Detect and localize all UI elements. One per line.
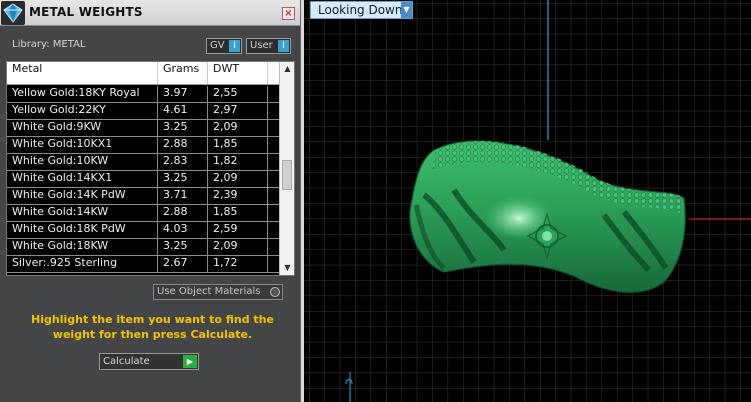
grams-cell: 2.67: [158, 256, 208, 272]
table-scrollbar[interactable]: ▲ ▼: [279, 62, 294, 275]
gem-logo-icon: [1, 1, 25, 25]
table-row[interactable]: White Gold:10KX1 2.88 1,85: [7, 137, 279, 154]
metal-cell: Yellow Gold:22KY: [7, 103, 158, 119]
gv-toggle-icon: I: [229, 40, 240, 52]
grams-cell: 3.25: [158, 171, 208, 187]
calculate-label: Calculate: [103, 356, 150, 367]
chevron-down-icon: ▼: [401, 2, 412, 18]
table-body: Yellow Gold:18KY Royal 3.97 2,55 Yellow …: [7, 86, 279, 273]
scroll-down-icon[interactable]: ▼: [280, 261, 294, 275]
grams-cell: 3.25: [158, 120, 208, 136]
panel-titlebar: METAL WEIGHTS ×: [0, 0, 300, 26]
grams-cell: 2.88: [158, 137, 208, 153]
panel-title: METAL WEIGHTS: [29, 5, 143, 19]
column-header-grams[interactable]: Grams: [158, 62, 208, 84]
table-row[interactable]: Yellow Gold:18KY Royal 3.97 2,55: [7, 86, 279, 103]
column-header-metal[interactable]: Metal: [7, 62, 158, 84]
scroll-up-icon[interactable]: ▲: [280, 62, 294, 76]
table-row[interactable]: White Gold:9KW 3.25 2,09: [7, 120, 279, 137]
user-toggle-icon: I: [278, 40, 289, 52]
user-library-button[interactable]: User I: [246, 38, 291, 54]
metal-cell: Silver:.925 Sterling: [7, 256, 158, 272]
table-row[interactable]: White Gold:14KW 2.88 1,85: [7, 205, 279, 222]
view-mode-label: Looking Down: [318, 3, 403, 17]
table-row[interactable]: Silver:.925 Sterling 2.67 1,72: [7, 256, 279, 273]
3d-viewport[interactable]: Looking Down ▼: [304, 0, 751, 402]
metal-cell: White Gold:9KW: [7, 120, 158, 136]
dwt-cell: 2,55: [208, 86, 268, 102]
table-row[interactable]: White Gold:10KW 2.83 1,82: [7, 154, 279, 171]
table-header: Metal Grams DWT: [7, 62, 279, 85]
dwt-cell: 1,85: [208, 137, 268, 153]
dwt-cell: 1,85: [208, 205, 268, 221]
scroll-thumb[interactable]: [282, 160, 292, 190]
table-row[interactable]: White Gold:18K PdW 4.03 2,59: [7, 222, 279, 239]
dwt-cell: 2,39: [208, 188, 268, 204]
dwt-cell: 2,09: [208, 239, 268, 255]
grams-cell: 4.61: [158, 103, 208, 119]
grams-cell: 2.83: [158, 154, 208, 170]
viewport-scene: [304, 0, 751, 402]
grams-cell: 2.88: [158, 205, 208, 221]
metal-cell: White Gold:10KX1: [7, 137, 158, 153]
dwt-cell: 2,09: [208, 171, 268, 187]
metal-cell: White Gold:10KW: [7, 154, 158, 170]
grams-cell: 3.71: [158, 188, 208, 204]
use-object-materials-toggle[interactable]: Use Object Materials: [153, 284, 283, 300]
radio-dot-icon: [270, 287, 280, 297]
grams-cell: 4.03: [158, 222, 208, 238]
calculate-button[interactable]: Calculate ▶: [99, 353, 199, 370]
metal-cell: White Gold:18KW: [7, 239, 158, 255]
dwt-cell: 2,97: [208, 103, 268, 119]
table-row[interactable]: White Gold:14KX1 3.25 2,09: [7, 171, 279, 188]
metal-cell: White Gold:14K PdW: [7, 188, 158, 204]
instruction-text: Highlight the item you want to find the …: [31, 313, 274, 341]
dwt-cell: 1,82: [208, 154, 268, 170]
metal-table: Metal Grams DWT Yellow Gold:18KY Royal 3…: [6, 61, 295, 276]
table-row[interactable]: White Gold:14K PdW 3.71 2,39: [7, 188, 279, 205]
metal-cell: Yellow Gold:18KY Royal: [7, 86, 158, 102]
gv-library-button[interactable]: GV I: [206, 38, 242, 54]
metal-cell: White Gold:14KW: [7, 205, 158, 221]
close-icon[interactable]: ×: [282, 7, 295, 20]
metal-weights-panel: METAL WEIGHTS × Library: METAL GV I User…: [0, 0, 304, 402]
table-row[interactable]: Yellow Gold:22KY 4.61 2,97: [7, 103, 279, 120]
library-label: Library: METAL: [12, 39, 86, 50]
dwt-cell: 1,72: [208, 256, 268, 272]
column-header-dwt[interactable]: DWT: [208, 62, 268, 84]
play-arrow-icon: ▶: [183, 355, 197, 368]
table-row[interactable]: White Gold:18KW 3.25 2,09: [7, 239, 279, 256]
user-label: User: [250, 40, 273, 51]
view-mode-dropdown[interactable]: Looking Down ▼: [310, 1, 413, 19]
dwt-cell: 2,09: [208, 120, 268, 136]
grams-cell: 3.25: [158, 239, 208, 255]
metal-cell: White Gold:18K PdW: [7, 222, 158, 238]
use-object-materials-label: Use Object Materials: [157, 286, 261, 297]
dwt-cell: 2,59: [208, 222, 268, 238]
gv-label: GV: [210, 40, 225, 51]
grams-cell: 3.97: [158, 86, 208, 102]
metal-cell: White Gold:14KX1: [7, 171, 158, 187]
